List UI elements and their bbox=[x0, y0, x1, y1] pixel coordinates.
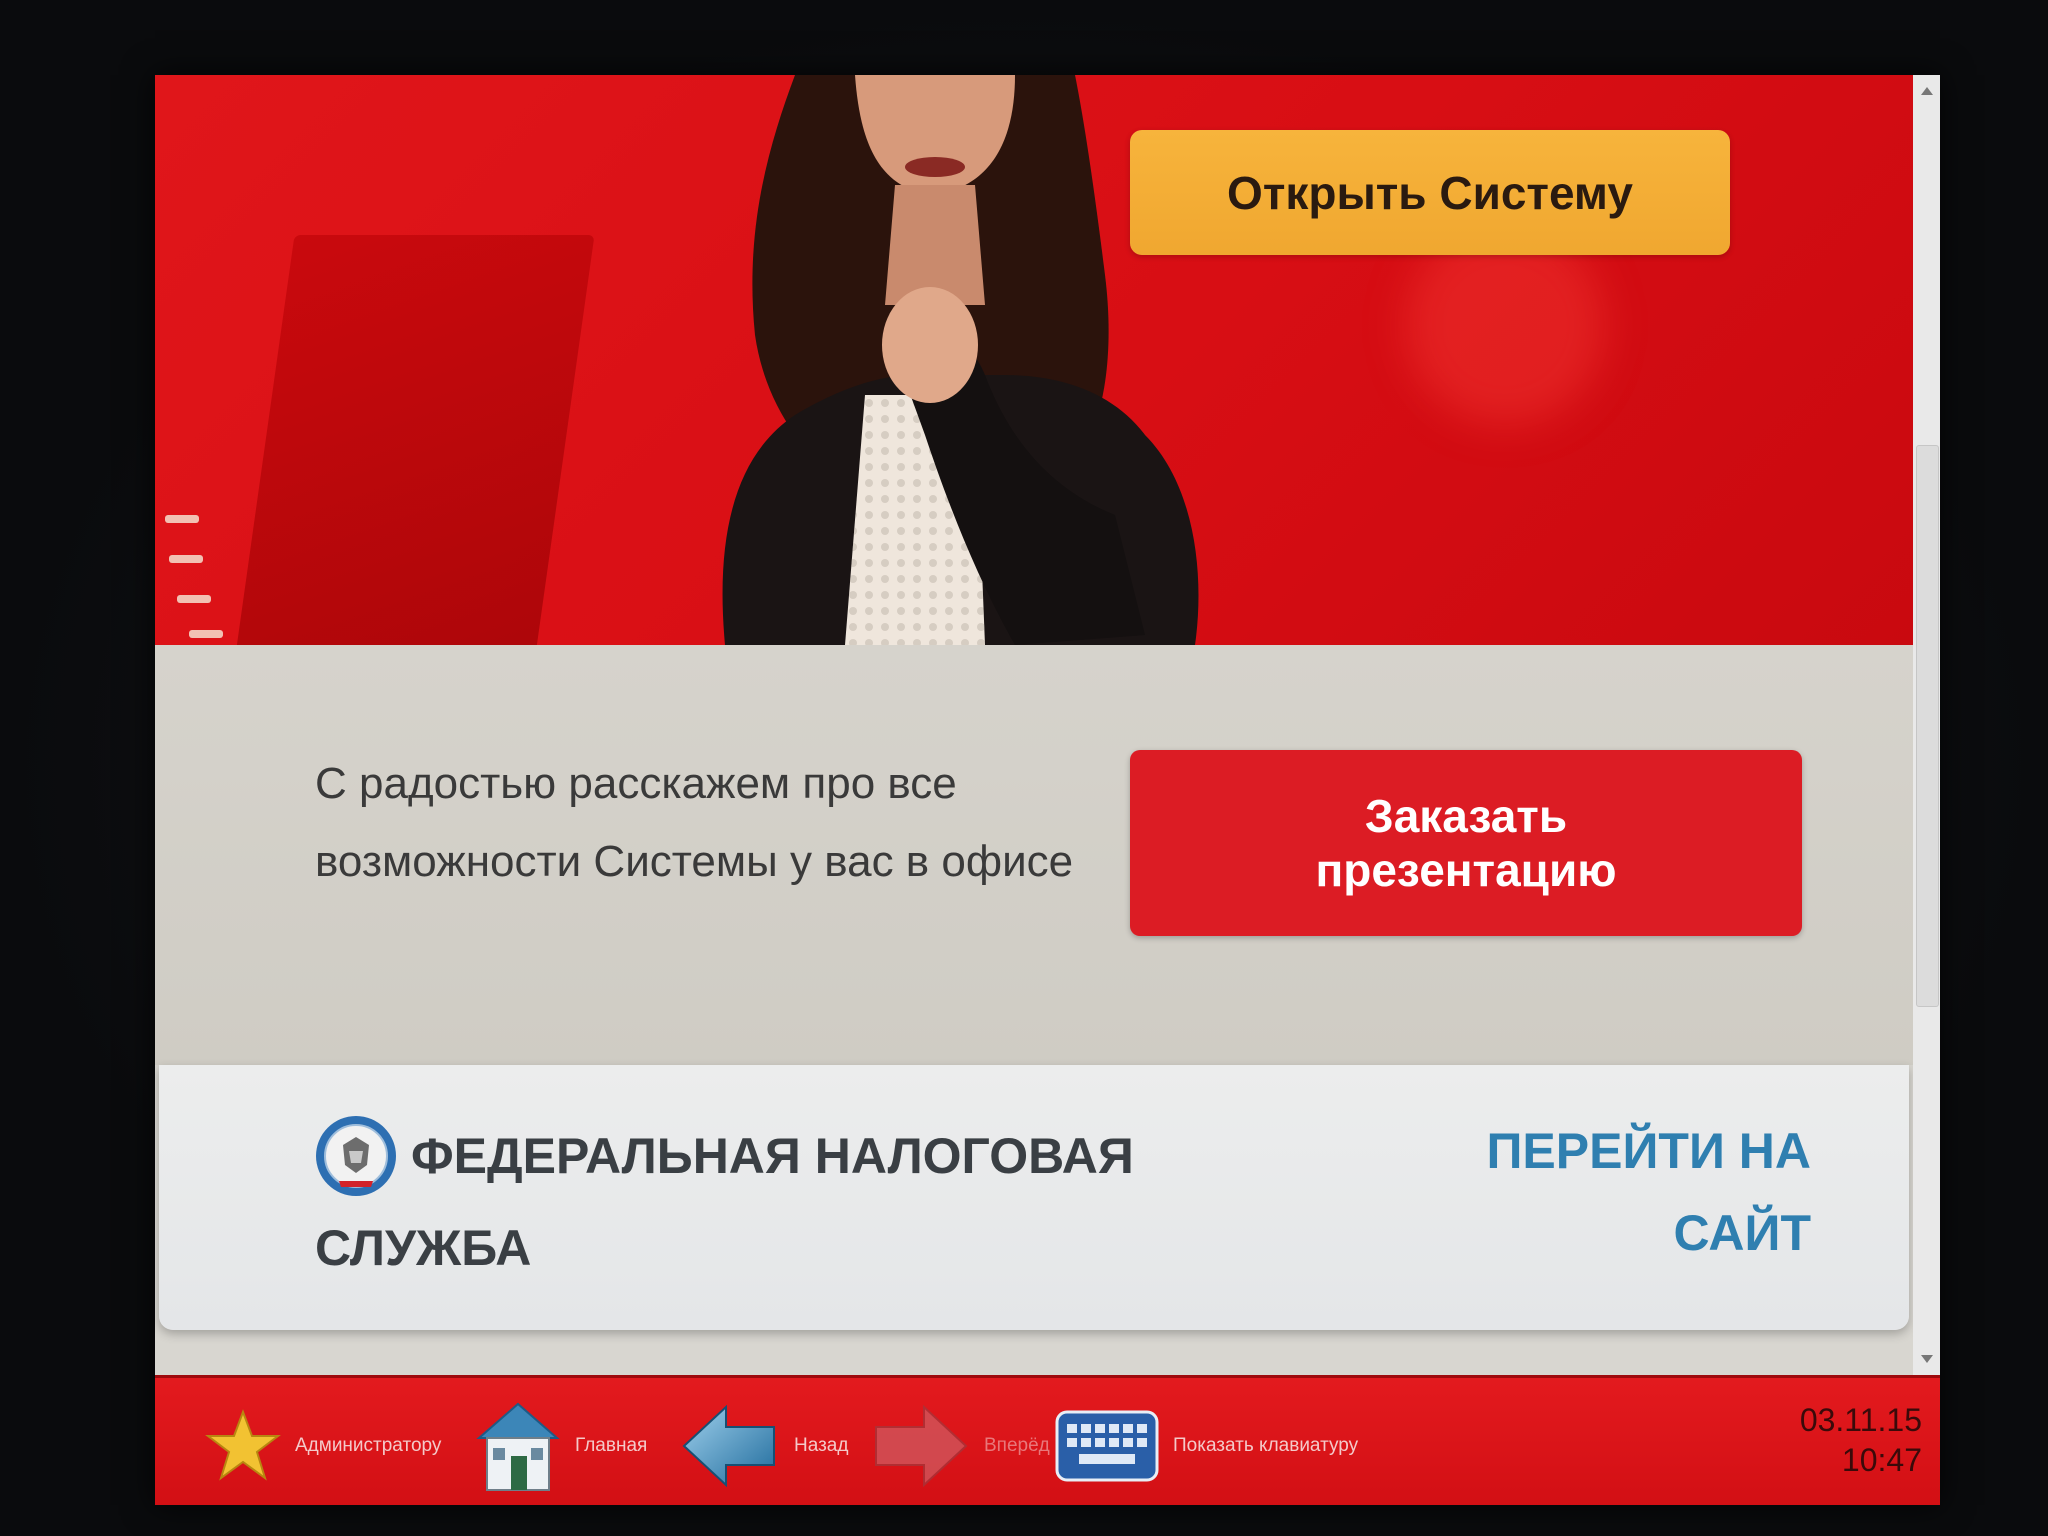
scroll-up-icon[interactable] bbox=[1921, 87, 1933, 95]
open-system-label: Открыть Систему bbox=[1227, 166, 1633, 219]
kiosk-clock: 03.11.15 10:47 bbox=[1800, 1400, 1922, 1480]
order-button-line1: Заказать bbox=[1364, 790, 1568, 842]
home-label: Главная bbox=[575, 1435, 648, 1456]
back-button[interactable]: Назад bbox=[680, 1404, 849, 1488]
go-to-site-link[interactable]: ПЕРЕЙТИ НА САЙТ bbox=[1411, 1110, 1811, 1274]
clock-time: 10:47 bbox=[1841, 1442, 1922, 1478]
scrollbar-thumb[interactable] bbox=[1916, 445, 1939, 1007]
order-presentation-button[interactable]: Заказать презентацию bbox=[1130, 750, 1802, 936]
keyboard-icon bbox=[1055, 1410, 1159, 1482]
open-system-button[interactable]: Открыть Систему bbox=[1130, 130, 1730, 255]
show-keyboard-label: Показать клавиатуру bbox=[1173, 1435, 1359, 1456]
order-button-line2: презентацию bbox=[1315, 844, 1617, 896]
forward-arrow-icon bbox=[875, 1404, 968, 1488]
back-label: Назад bbox=[794, 1435, 849, 1456]
promo-section: С радостью расскажем про все возможности… bbox=[155, 645, 1913, 1065]
clock-date: 03.11.15 bbox=[1799, 1402, 1922, 1438]
promo-text: С радостью расскажем про все возможности… bbox=[315, 759, 1074, 886]
kiosk-screen: Открыть Систему С радостью расскажем про… bbox=[155, 75, 1940, 1505]
fns-title: ФЕДЕРАЛЬНАЯ НАЛОГОВАЯ СЛУЖБА bbox=[315, 1128, 1134, 1276]
forward-button: Вперёд bbox=[870, 1404, 1050, 1488]
hero-glow bbox=[1405, 225, 1605, 425]
hero-ceiling-lights bbox=[155, 495, 235, 645]
admin-button[interactable]: Администратору bbox=[205, 1406, 441, 1486]
back-arrow-icon bbox=[682, 1404, 775, 1488]
kiosk-toolbar: Администратору Главная Назад Вперёд Пока… bbox=[155, 1375, 1940, 1505]
star-icon bbox=[205, 1409, 281, 1481]
home-icon bbox=[476, 1402, 560, 1491]
fns-card[interactable]: ФЕДЕРАЛЬНАЯ НАЛОГОВАЯ СЛУЖБА ПЕРЕЙТИ НА … bbox=[159, 1065, 1909, 1330]
scroll-down-icon[interactable] bbox=[1921, 1355, 1933, 1363]
forward-label: Вперёд bbox=[984, 1435, 1050, 1456]
go-to-site-line2: САЙТ bbox=[1673, 1205, 1811, 1261]
hero-banner: Открыть Систему bbox=[155, 75, 1913, 645]
fns-emblem-icon bbox=[316, 1116, 396, 1196]
show-keyboard-button[interactable]: Показать клавиатуру bbox=[1055, 1406, 1358, 1486]
vertical-scrollbar[interactable] bbox=[1913, 75, 1940, 1375]
home-button[interactable]: Главная bbox=[475, 1402, 648, 1491]
admin-label: Администратору bbox=[295, 1435, 442, 1456]
go-to-site-line1: ПЕРЕЙТИ НА bbox=[1486, 1123, 1811, 1179]
hero-laptop-image bbox=[235, 235, 595, 645]
